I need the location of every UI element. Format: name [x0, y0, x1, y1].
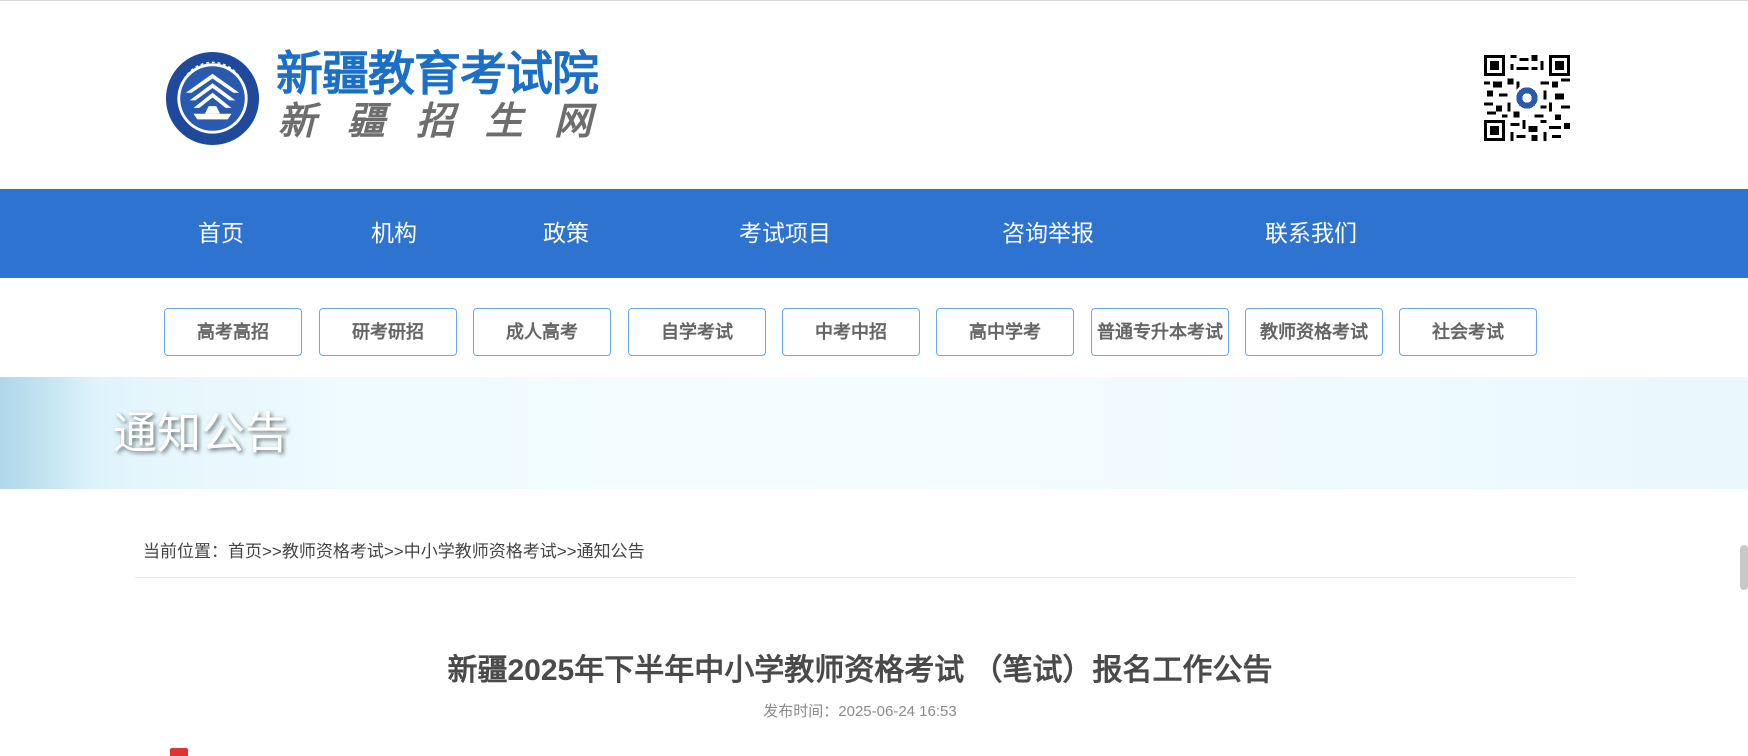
article-title: 新疆2025年下半年中小学教师资格考试 （笔试）报名工作公告	[447, 654, 1273, 687]
category-teacher-qualification-button[interactable]: 教师资格考试	[1245, 308, 1383, 356]
category-gaokao-button[interactable]: 高考高招	[164, 308, 302, 356]
nav-item-consult-report[interactable]: 咨询举报	[1002, 189, 1094, 278]
nav-item-organization[interactable]: 机构	[371, 189, 417, 278]
breadcrumb-prefix: 当前位置：	[143, 542, 228, 561]
document-icon	[170, 748, 188, 756]
breadcrumb-divider	[135, 577, 1575, 578]
section-banner: 通知公告	[0, 377, 1748, 489]
nav-item-contact-us[interactable]: 联系我们	[1265, 189, 1357, 278]
category-adult-exam-button[interactable]: 成人高考	[473, 308, 611, 356]
site-header: 新疆教育考试院 新疆招生网	[0, 1, 1748, 189]
category-high-school-exam-button[interactable]: 高中学考	[936, 308, 1074, 356]
breadcrumb-separator: >>	[383, 542, 404, 561]
breadcrumb-notice-link[interactable]: 通知公告	[577, 542, 645, 561]
category-graduate-exam-button[interactable]: 研考研招	[319, 308, 457, 356]
publish-label: 发布时间：	[763, 703, 839, 720]
breadcrumb-separator: >>	[556, 542, 577, 561]
nav-item-policy[interactable]: 政策	[543, 189, 589, 278]
breadcrumb-separator: >>	[262, 542, 282, 561]
banner-glow	[0, 377, 90, 489]
site-title[interactable]: 新疆教育考试院	[276, 45, 599, 103]
banner-title: 通知公告	[113, 409, 289, 458]
breadcrumb: 当前位置：首页>>教师资格考试>>中小学教师资格考试>>通知公告	[143, 537, 645, 562]
nav-item-home[interactable]: 首页	[198, 189, 244, 278]
breadcrumb-teacher-qualification-link[interactable]: 教师资格考试	[282, 542, 384, 561]
publish-time: 发布时间：2025-06-24 16:53	[0, 700, 1720, 721]
qr-code-icon	[1484, 55, 1570, 141]
scrollbar-thumb[interactable]	[1740, 545, 1748, 590]
nav-item-exam-projects[interactable]: 考试项目	[739, 189, 831, 278]
main-nav: 首页 机构 政策 考试项目 咨询举报 联系我们	[0, 189, 1748, 278]
publish-timestamp: 2025-06-24 16:53	[838, 703, 957, 720]
site-subtitle: 新疆招生网	[278, 98, 624, 143]
category-zhongkao-button[interactable]: 中考中招	[782, 308, 920, 356]
breadcrumb-home-link[interactable]: 首页	[228, 542, 262, 561]
breadcrumb-primary-secondary-link[interactable]: 中小学教师资格考试	[404, 542, 557, 561]
category-self-study-exam-button[interactable]: 自学考试	[628, 308, 766, 356]
category-social-exam-button[interactable]: 社会考试	[1399, 308, 1537, 356]
exam-institute-emblem-icon[interactable]	[165, 51, 260, 146]
category-upgrade-exam-button[interactable]: 普通专升本考试	[1091, 308, 1229, 356]
